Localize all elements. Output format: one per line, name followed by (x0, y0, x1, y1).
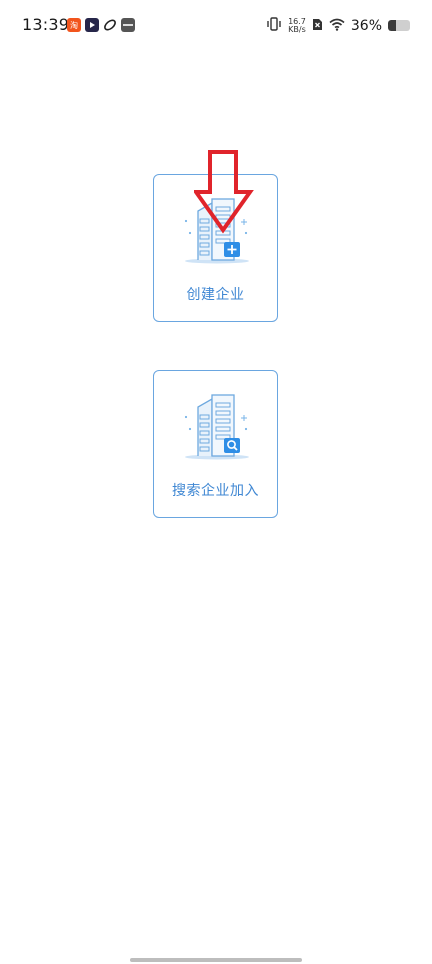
building-search-icon (184, 394, 249, 460)
search-enterprise-card[interactable]: 搜索企业加入 (153, 370, 278, 518)
vibrate-icon (266, 16, 282, 35)
no-sim-icon (312, 16, 323, 35)
network-speed-unit: KB/s (288, 24, 306, 34)
battery-icon (388, 20, 410, 31)
battery-fill (388, 20, 396, 31)
app-icon (121, 18, 135, 32)
battery-percent: 36% (350, 17, 382, 34)
home-indicator[interactable] (130, 958, 302, 962)
video-app-icon (85, 18, 99, 32)
taobao-icon: 淘 (67, 18, 81, 32)
wifi-icon (329, 16, 345, 35)
status-right: 16.7 KB/s 36% (266, 16, 410, 35)
link-app-icon (103, 18, 117, 32)
notification-icons: 淘 (67, 18, 135, 32)
network-speed: 16.7 KB/s (288, 17, 306, 34)
create-enterprise-label: 创建企业 (186, 287, 245, 303)
arrow-down-icon (194, 150, 254, 234)
search-enterprise-label: 搜索企业加入 (172, 483, 259, 499)
status-bar: 13:39 淘 16.7 KB/s 36% (0, 0, 432, 52)
status-time: 13:39 (22, 15, 70, 34)
